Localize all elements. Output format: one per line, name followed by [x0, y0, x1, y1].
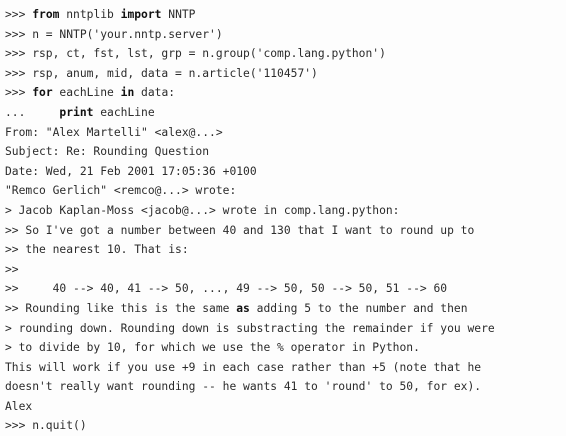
document-page: >>> from nntplib import NNTP >>> n = NNTP… — [0, 0, 566, 436]
code-text: This will work if you use +9 in each cas… — [5, 360, 482, 374]
code-text: Subject: Re: Rounding Question — [5, 145, 210, 159]
code-line: Date: Wed, 21 Feb 2001 17:05:36 +0100 — [5, 162, 561, 182]
code-text: >> — [5, 262, 19, 276]
code-text: > rounding down. Rounding down is substr… — [5, 321, 495, 335]
code-line: >> the nearest 10. That is: — [5, 240, 561, 260]
code-line: >>> n.quit() — [5, 416, 561, 436]
code-line: This will work if you use +9 in each cas… — [5, 358, 561, 378]
code-line: >>> from nntplib import NNTP — [5, 5, 561, 25]
code-listing: >>> from nntplib import NNTP >>> n = NNTP… — [5, 5, 561, 436]
code-line: Alex — [5, 397, 561, 417]
code-text: ... — [5, 105, 60, 119]
code-text: Alex — [5, 399, 33, 413]
keyword: for — [32, 86, 53, 100]
code-text: eachLine — [93, 105, 155, 119]
code-text: From: "Alex Martelli" <alex@...> — [5, 125, 223, 139]
code-text: >>> rsp, anum, mid, data = n.article('11… — [5, 66, 318, 80]
code-text: >> Rounding like this is the same — [5, 301, 237, 315]
code-line: From: "Alex Martelli" <alex@...> — [5, 123, 561, 143]
code-line: > Jacob Kaplan-Moss <jacob@...> wrote in… — [5, 201, 561, 221]
keyword: in — [120, 86, 135, 100]
code-text: "Remco Gerlich" <remco@...> wrote: — [5, 184, 237, 198]
code-line: >> Rounding like this is the same as add… — [5, 299, 561, 319]
code-text: >> the nearest 10. That is: — [5, 243, 189, 257]
code-line: ... print eachLine — [5, 103, 561, 123]
code-text: NNTP — [161, 8, 196, 21]
code-text: >>> — [5, 86, 33, 100]
code-line: "Remco Gerlich" <remco@...> wrote: — [5, 181, 561, 201]
code-line: >>> rsp, anum, mid, data = n.article('11… — [5, 64, 561, 84]
code-line: Subject: Re: Rounding Question — [5, 142, 561, 162]
code-text: > Jacob Kaplan-Moss <jacob@...> wrote in… — [5, 203, 400, 217]
code-line: >>> for eachLine in data: — [5, 83, 561, 103]
code-line: > to divide by 10, for which we use the … — [5, 338, 561, 358]
code-text: > to divide by 10, for which we use the … — [5, 341, 420, 355]
code-text: >>> n = NNTP('your.nntp.server') — [5, 27, 223, 41]
code-line: >>> rsp, ct, fst, lst, grp = n.group('co… — [5, 44, 561, 64]
code-text: doesn't really want rounding -- he wants… — [5, 380, 482, 394]
code-line: >> 40 --> 40, 41 --> 50, ..., 49 --> 50,… — [5, 279, 561, 299]
code-text: eachLine — [52, 86, 121, 100]
code-text: >> 40 --> 40, 41 --> 50, ..., 49 --> 50,… — [5, 282, 448, 296]
code-text: data: — [134, 86, 176, 100]
code-text: adding 5 to the number and then — [249, 301, 468, 315]
keyword: as — [236, 301, 250, 315]
keyword: import — [120, 8, 162, 21]
code-text: >>> rsp, ct, fst, lst, grp = n.group('co… — [5, 47, 386, 61]
code-line: doesn't really want rounding -- he wants… — [5, 377, 561, 397]
code-line: >> — [5, 260, 561, 280]
code-line: >> So I've got a number between 40 and 1… — [5, 221, 561, 241]
code-text: nntplib — [59, 8, 121, 21]
code-text: >>> n.quit() — [5, 419, 87, 433]
code-text: Date: Wed, 21 Feb 2001 17:05:36 +0100 — [5, 164, 257, 178]
code-line: >>> n = NNTP('your.nntp.server') — [5, 25, 561, 45]
code-line: > rounding down. Rounding down is substr… — [5, 319, 561, 339]
keyword: from — [32, 8, 60, 21]
code-text: >> So I've got a number between 40 and 1… — [5, 223, 475, 237]
code-text: >>> — [5, 8, 33, 21]
keyword: print — [59, 105, 94, 119]
